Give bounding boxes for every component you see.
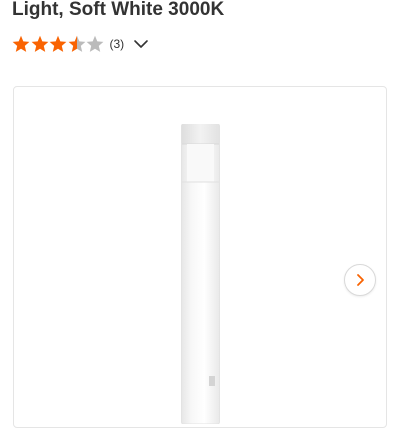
product-image-gallery — [13, 86, 387, 428]
star-rating — [12, 35, 105, 53]
product-title: Light, Soft White 3000K — [12, 0, 225, 20]
star-icon — [68, 35, 85, 52]
gallery-next-button[interactable] — [344, 264, 376, 296]
chevron-right-icon — [357, 274, 364, 286]
star-icon — [12, 35, 30, 52]
star-icon — [86, 35, 104, 52]
chevron-down-icon[interactable] — [133, 36, 149, 52]
star-icon — [49, 35, 67, 52]
review-count[interactable]: (3) — [110, 34, 125, 54]
product-image — [181, 124, 220, 424]
star-icon — [31, 35, 48, 52]
rating-summary[interactable]: (3) — [12, 34, 149, 54]
